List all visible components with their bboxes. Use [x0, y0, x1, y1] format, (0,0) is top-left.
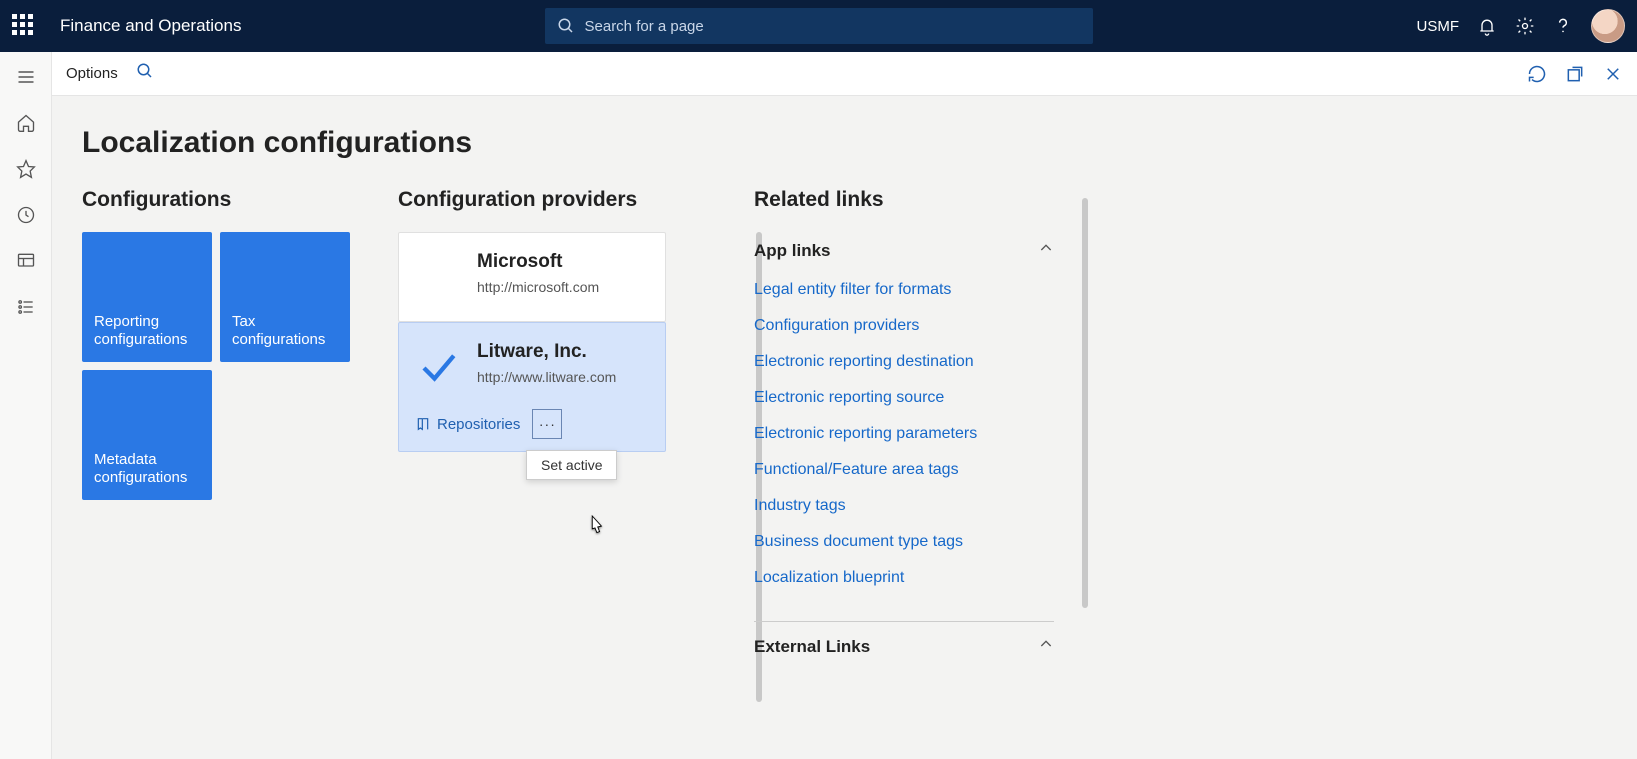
repositories-link[interactable]: Repositories: [415, 416, 520, 433]
tile-label: configurations: [94, 469, 187, 486]
gear-icon[interactable]: [1515, 16, 1535, 36]
provider-card-microsoft[interactable]: Microsoft http://microsoft.com: [398, 232, 666, 322]
related-links-section: Related links App links Legal entity fil…: [754, 188, 1054, 665]
app-launcher-icon[interactable]: [12, 14, 36, 38]
tile-label: Reporting: [94, 313, 159, 330]
more-button[interactable]: ···: [532, 409, 562, 439]
chevron-up-icon: [1038, 240, 1054, 261]
link-feature-tags[interactable]: Functional/Feature area tags: [754, 461, 1054, 479]
app-name: Finance and Operations: [60, 16, 241, 36]
help-icon[interactable]: [1553, 16, 1573, 36]
link-er-destination[interactable]: Electronic reporting destination: [754, 353, 1054, 371]
popout-icon[interactable]: [1565, 64, 1585, 84]
external-links-group-header[interactable]: External Links: [754, 628, 1054, 665]
bell-icon[interactable]: [1477, 16, 1497, 36]
workspace-icon[interactable]: [15, 250, 37, 272]
check-icon: [417, 347, 459, 394]
refresh-icon[interactable]: [1527, 64, 1547, 84]
recent-icon[interactable]: [15, 204, 37, 226]
search-placeholder: Search for a page: [585, 18, 704, 35]
tile-label: configurations: [232, 331, 325, 348]
group-title: External Links: [754, 637, 870, 657]
link-er-parameters[interactable]: Electronic reporting parameters: [754, 425, 1054, 443]
tile-tax-configurations[interactable]: Tax configurations: [220, 232, 350, 362]
configurations-section: Configurations Reporting configurations …: [82, 188, 362, 500]
repositories-label: Repositories: [437, 416, 520, 433]
modules-icon[interactable]: [15, 296, 37, 318]
left-rail: [0, 52, 52, 759]
providers-heading: Configuration providers: [398, 188, 718, 212]
top-bar: Finance and Operations Search for a page…: [0, 0, 1637, 52]
link-industry-tags[interactable]: Industry tags: [754, 497, 1054, 515]
search-icon: [557, 17, 575, 35]
tile-metadata-configurations[interactable]: Metadata configurations: [82, 370, 212, 500]
tile-label: Metadata: [94, 451, 157, 468]
star-icon[interactable]: [15, 158, 37, 180]
tile-reporting-configurations[interactable]: Reporting configurations: [82, 232, 212, 362]
close-icon[interactable]: [1603, 64, 1623, 84]
hamburger-icon[interactable]: [15, 66, 37, 88]
options-button[interactable]: Options: [66, 65, 118, 82]
link-localization-blueprint[interactable]: Localization blueprint: [754, 569, 1054, 587]
company-label[interactable]: USMF: [1417, 18, 1460, 35]
repository-icon: [415, 416, 431, 432]
related-links-heading: Related links: [754, 188, 1054, 212]
tile-label: Tax: [232, 313, 255, 330]
action-bar: Options: [52, 52, 1637, 96]
search-input[interactable]: Search for a page: [545, 8, 1093, 44]
provider-url: http://www.litware.com: [477, 369, 649, 385]
link-document-type-tags[interactable]: Business document type tags: [754, 533, 1054, 551]
app-links-group-header[interactable]: App links: [754, 232, 1054, 269]
chevron-up-icon: [1038, 636, 1054, 657]
content-area: Localization configurations Configuratio…: [52, 96, 1637, 759]
configurations-heading: Configurations: [82, 188, 362, 212]
actionbar-search-icon[interactable]: [136, 62, 154, 85]
home-icon[interactable]: [15, 112, 37, 134]
page-title: Localization configurations: [82, 126, 1607, 160]
provider-name: Litware, Inc.: [477, 341, 649, 363]
link-configuration-providers[interactable]: Configuration providers: [754, 317, 1054, 335]
provider-name: Microsoft: [477, 251, 649, 273]
group-title: App links: [754, 241, 831, 261]
link-er-source[interactable]: Electronic reporting source: [754, 389, 1054, 407]
tile-label: configurations: [94, 331, 187, 348]
app-links-list: Legal entity filter for formats Configur…: [754, 269, 1054, 615]
link-legal-entity-filter[interactable]: Legal entity filter for formats: [754, 281, 1054, 299]
configuration-providers-section: Configuration providers Microsoft http:/…: [398, 188, 718, 452]
separator: [754, 621, 1054, 622]
avatar[interactable]: [1591, 9, 1625, 43]
provider-card-litware[interactable]: Litware, Inc. http://www.litware.com Rep…: [398, 322, 666, 452]
context-menu-set-active[interactable]: Set active: [526, 450, 617, 480]
provider-url: http://microsoft.com: [477, 279, 649, 295]
